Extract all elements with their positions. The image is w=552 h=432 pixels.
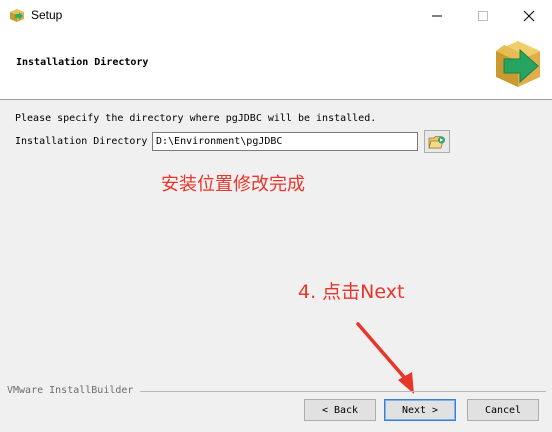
maximize-icon	[478, 10, 488, 21]
annotation-click-next: 4. 点击Next	[298, 281, 405, 303]
minimize-button[interactable]	[414, 0, 460, 31]
close-icon	[523, 10, 535, 21]
maximize-button[interactable]	[460, 0, 506, 31]
annotation-install-location: 安装位置修改完成	[161, 174, 305, 195]
window-title: Setup	[31, 8, 63, 22]
cancel-button[interactable]: Cancel	[467, 399, 539, 421]
installer-brand: VMware InstallBuilder	[7, 385, 134, 396]
browse-button[interactable]	[424, 130, 450, 153]
installer-box-icon	[10, 9, 24, 22]
page-title: Installation Directory	[16, 57, 149, 68]
footer-divider	[140, 391, 546, 392]
installation-directory-label: Installation Directory	[15, 136, 148, 147]
directory-description: Please specify the directory where pgJDB…	[15, 113, 377, 124]
next-button[interactable]: Next >	[384, 399, 456, 421]
installation-directory-input[interactable]	[152, 132, 418, 151]
folder-browse-icon	[428, 135, 445, 148]
page-header: Installation Directory	[0, 31, 552, 100]
installer-box-arrow-icon	[496, 41, 540, 87]
annotation-arrow-icon	[356, 322, 414, 394]
back-button[interactable]: < Back	[304, 399, 376, 421]
title-bar: Setup	[0, 0, 552, 31]
minimize-icon	[432, 15, 442, 16]
close-button[interactable]	[506, 0, 552, 31]
